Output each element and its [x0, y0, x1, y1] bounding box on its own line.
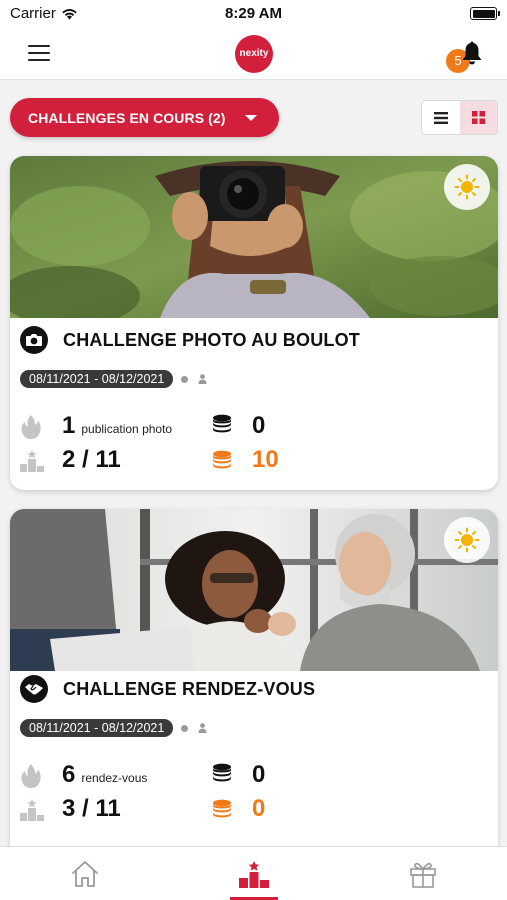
app-header: nexity 5 — [0, 28, 507, 80]
rank-value: 3 / 11 — [62, 795, 121, 822]
stat-coins: 0 — [252, 412, 265, 440]
hamburger-menu-icon[interactable] — [28, 45, 50, 61]
challenge-card[interactable]: CHALLENGE PHOTO AU BOULOT 08/11/2021 - 0… — [10, 156, 498, 490]
challenge-card[interactable]: CHALLENGE RENDEZ-VOUS 08/11/2021 - 08/12… — [10, 509, 498, 869]
coins-icon — [213, 763, 231, 782]
view-toggle — [421, 100, 498, 135]
tab-home[interactable] — [0, 847, 169, 900]
challenge-photo — [10, 156, 498, 318]
count-unit: rendez-vous — [81, 771, 148, 785]
clock: 8:29 AM — [225, 5, 282, 22]
challenge-date-range: 08/11/2021 - 08/12/2021 — [20, 370, 174, 388]
weather-sun-button[interactable] — [444, 164, 490, 210]
challenge-stats: 1 publication photo 2 / 11 0 10 — [10, 410, 498, 490]
person-icon — [198, 723, 207, 733]
challenge-title: CHALLENGE RENDEZ-VOUS — [63, 678, 316, 699]
challenge-meta: 08/11/2021 - 08/12/2021 — [10, 366, 498, 392]
tab-rewards[interactable] — [338, 847, 507, 900]
stat-count: 1 publication photo — [62, 412, 172, 440]
status-dot — [181, 724, 189, 732]
gift-icon — [409, 862, 436, 888]
list-view-button[interactable] — [422, 101, 460, 134]
points-value: 0 — [252, 795, 266, 822]
bell-icon[interactable] — [461, 40, 483, 66]
challenge-filter-dropdown[interactable]: CHALLENGES EN COURS (2) — [10, 98, 279, 137]
podium-icon — [238, 861, 269, 888]
stat-points: 10 — [252, 446, 279, 474]
challenge-title: CHALLENGE PHOTO AU BOULOT — [63, 329, 360, 350]
challenge-stats: 6 rendez-vous 3 / 11 0 0 — [10, 759, 498, 843]
stat-points: 0 — [252, 795, 265, 823]
podium-icon — [20, 450, 44, 472]
coins-icon — [213, 414, 231, 433]
stat-coins: 0 — [252, 761, 265, 789]
filter-row: CHALLENGES EN COURS (2) — [0, 81, 507, 153]
rank-value: 2 / 11 — [62, 446, 121, 473]
stat-rank: 2 / 11 — [62, 446, 121, 474]
card-title-row: CHALLENGE RENDEZ-VOUS — [10, 669, 498, 709]
flame-icon — [21, 415, 41, 439]
podium-icon — [20, 799, 44, 821]
points-coins-icon — [213, 450, 231, 469]
tab-challenges[interactable] — [169, 847, 338, 900]
challenge-meta: 08/11/2021 - 08/12/2021 — [10, 715, 498, 741]
stat-count: 6 rendez-vous — [62, 761, 147, 789]
coins-value: 0 — [252, 761, 266, 788]
person-icon — [198, 374, 207, 384]
home-icon — [71, 861, 98, 887]
status-bar: Carrier 8:29 AM — [0, 0, 507, 28]
flame-icon — [21, 764, 41, 788]
chevron-down-icon — [245, 115, 257, 121]
battery-icon — [470, 7, 500, 20]
sun-icon — [454, 174, 480, 200]
card-title-row: CHALLENGE PHOTO AU BOULOT — [10, 320, 498, 360]
count-unit: publication photo — [81, 422, 173, 436]
bottom-tab-bar — [0, 846, 507, 900]
points-coins-icon — [213, 799, 231, 818]
challenge-photo — [10, 509, 498, 671]
challenge-date-range: 08/11/2021 - 08/12/2021 — [20, 719, 174, 737]
stat-rank: 3 / 11 — [62, 795, 121, 823]
weather-sun-button[interactable] — [444, 517, 490, 563]
points-value: 10 — [252, 446, 279, 473]
handshake-icon — [20, 675, 48, 703]
nexity-logo: nexity — [235, 35, 273, 73]
filter-dropdown-label: CHALLENGES EN COURS (2) — [28, 109, 226, 126]
camera-icon — [20, 326, 48, 354]
sun-icon — [454, 527, 480, 553]
count-value: 1 — [62, 412, 76, 439]
list-icon — [433, 111, 448, 124]
grid-view-button[interactable] — [459, 101, 497, 134]
count-value: 6 — [62, 761, 76, 788]
coins-value: 0 — [252, 412, 266, 439]
grid-icon — [471, 111, 485, 124]
status-dot — [181, 375, 189, 383]
